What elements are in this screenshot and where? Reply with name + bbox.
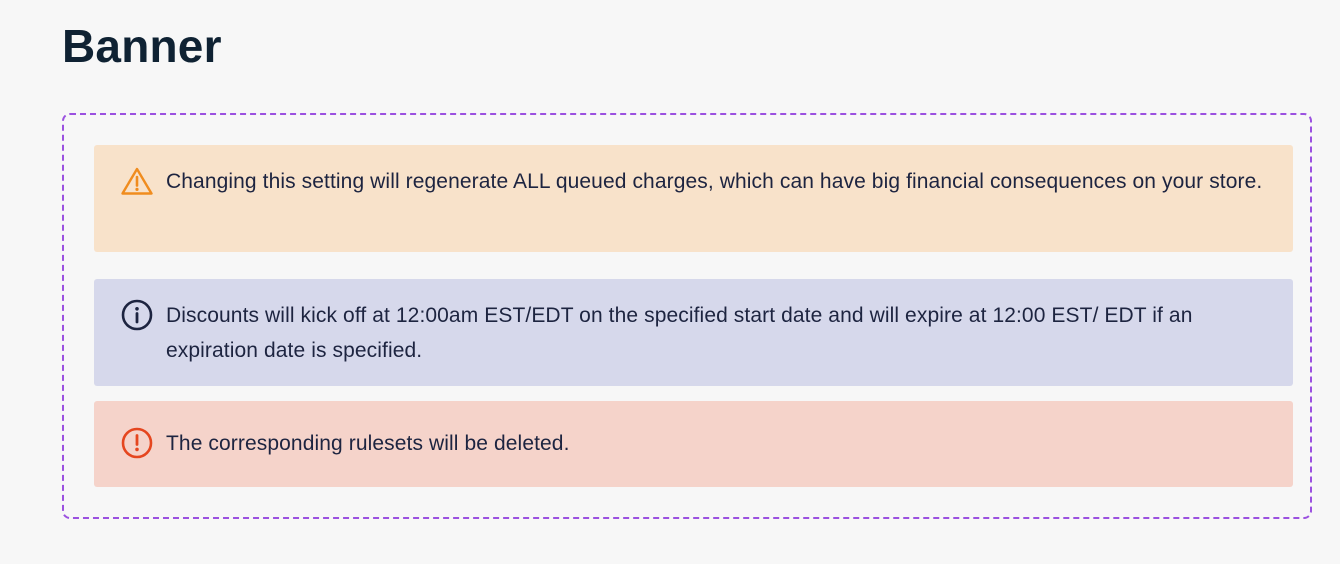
warning-triangle-icon (120, 164, 154, 198)
page: Banner Changing this setting will regene… (0, 0, 1340, 564)
exclamation-circle-icon (120, 426, 154, 460)
warning-banner-text: Changing this setting will regenerate AL… (166, 170, 1263, 193)
page-title: Banner (62, 20, 222, 72)
error-banner-text: The corresponding rulesets will be delet… (166, 432, 570, 455)
warning-banner: Changing this setting will regenerate AL… (94, 145, 1293, 252)
info-banner-text: Discounts will kick off at 12:00am EST/E… (166, 304, 1193, 362)
info-banner: Discounts will kick off at 12:00am EST/E… (94, 279, 1293, 386)
error-banner: The corresponding rulesets will be delet… (94, 401, 1293, 487)
info-circle-icon (120, 298, 154, 332)
